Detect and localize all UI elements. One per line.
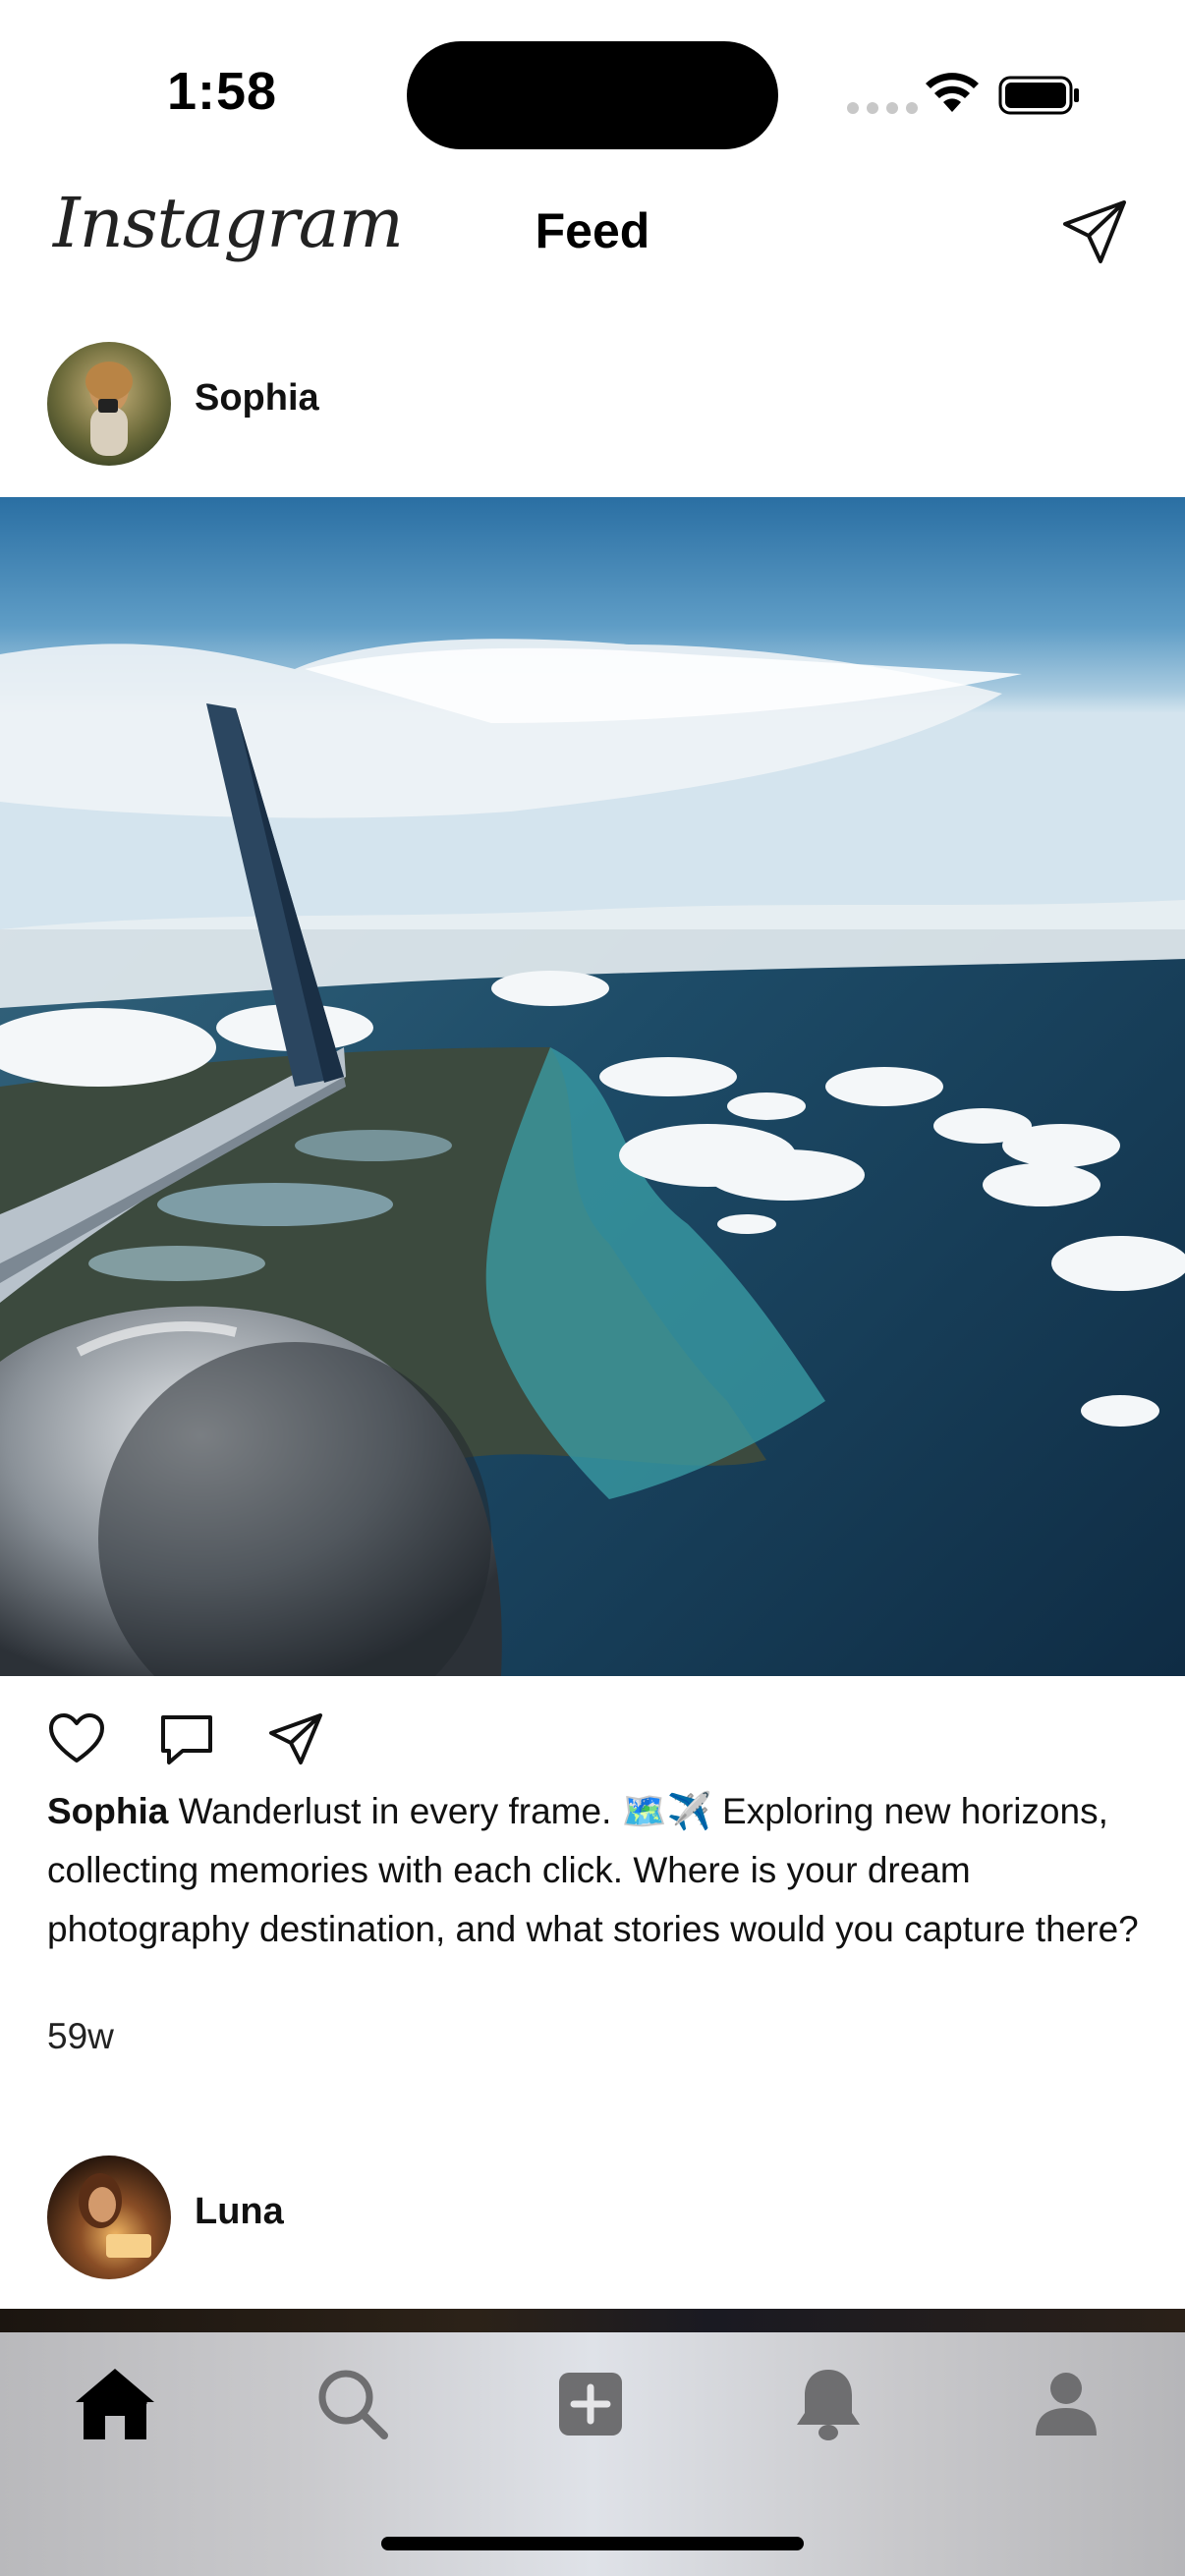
home-indicator	[381, 2537, 804, 2550]
tab-create[interactable]	[536, 2350, 645, 2458]
avatar[interactable]	[47, 2156, 171, 2279]
wifi-icon	[926, 73, 979, 112]
post-actions	[0, 1709, 1185, 1772]
tab-home[interactable]	[61, 2350, 169, 2458]
caption-username[interactable]: Sophia	[47, 1791, 168, 1831]
feed-header: Instagram Feed	[0, 167, 1185, 324]
post-username[interactable]: Sophia	[195, 377, 319, 420]
page-title: Feed	[535, 203, 650, 258]
tab-notifications[interactable]	[774, 2350, 882, 2458]
bell-icon	[797, 2370, 860, 2440]
tab-profile[interactable]	[1012, 2350, 1120, 2458]
home-icon	[76, 2369, 154, 2439]
post-caption: Sophia Wanderlust in every frame. 🗺️✈️ E…	[47, 1782, 1148, 1959]
dynamic-island	[407, 41, 778, 149]
search-icon	[318, 2370, 388, 2439]
caption-text: Wanderlust in every frame. 🗺️✈️ Explorin…	[47, 1791, 1139, 1949]
status-time: 1:58	[167, 62, 278, 121]
post-timestamp: 59w	[47, 2016, 114, 2056]
like-heart-icon[interactable]	[47, 1709, 106, 1768]
avatar[interactable]	[47, 342, 171, 466]
status-bar: 1:58	[0, 0, 1185, 167]
battery-icon	[998, 76, 1079, 115]
post-username[interactable]: Luna	[195, 2191, 284, 2233]
add-square-icon	[559, 2373, 622, 2436]
comment-icon[interactable]	[157, 1709, 216, 1768]
direct-message-icon[interactable]	[1059, 196, 1130, 267]
post-header: Sophia	[0, 314, 1185, 472]
post-image[interactable]	[0, 497, 1185, 1676]
post-header: Luna	[0, 2128, 1185, 2285]
cellular-signal-icon	[847, 102, 918, 114]
tab-search[interactable]	[299, 2350, 407, 2458]
share-icon[interactable]	[267, 1709, 326, 1768]
person-icon	[1036, 2373, 1097, 2436]
